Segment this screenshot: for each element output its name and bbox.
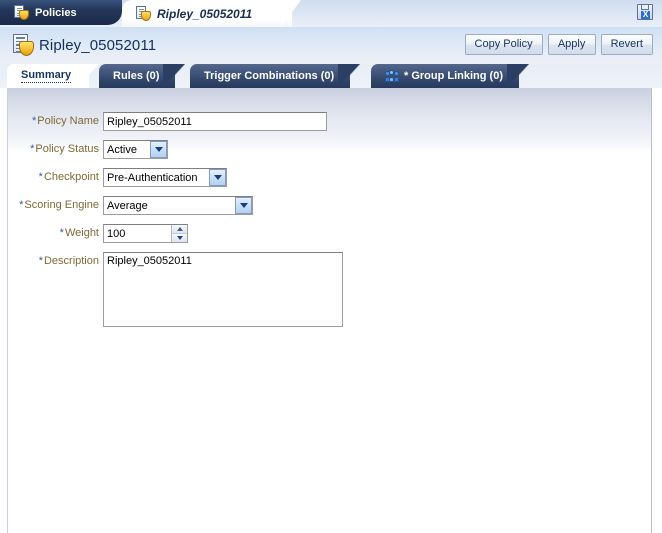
sub-tab-bar: Summary Rules (0) Trigger Combinations (… (0, 64, 662, 88)
field-row-checkpoint: *Checkpoint Pre-Authentication (8, 168, 651, 187)
revert-button[interactable]: Revert (600, 34, 653, 55)
window-tab-policies-label: Policies (35, 6, 77, 19)
policy-editor-window: Policies Ripley_05052011 X Ripley_050520… (0, 0, 662, 533)
apply-button[interactable]: Apply (547, 34, 596, 55)
checkpoint-value: Pre-Authentication (107, 171, 198, 184)
tab-trigger-combinations-label: Trigger Combinations (0) (204, 70, 335, 82)
checkpoint-label-text: Checkpoint (43, 171, 99, 183)
policy-name-input[interactable] (103, 112, 327, 131)
scoring-engine-label-text: Scoring Engine (24, 199, 99, 211)
weight-label: *Weight (8, 224, 103, 239)
weight-decrement-button[interactable] (172, 234, 187, 242)
window-tab-policies[interactable]: Policies (0, 0, 122, 25)
policy-name-label: *Policy Name (8, 112, 103, 127)
scoring-engine-value: Average (107, 199, 148, 212)
weight-spinner-buttons (171, 225, 187, 242)
tab-summary[interactable]: Summary (7, 64, 100, 88)
scoring-engine-control: Average (103, 196, 253, 215)
tab-group-linking[interactable]: * Group Linking (0) (371, 64, 529, 88)
content-panel: *Policy Name *Policy Status Active (0, 88, 662, 533)
weight-label-text: Weight (64, 227, 99, 239)
field-row-weight: *Weight (8, 224, 651, 243)
tab-rules-label: Rules (0) (113, 70, 160, 82)
checkpoint-label: *Checkpoint (8, 168, 103, 183)
group-people-icon (385, 70, 399, 82)
tab-trigger-combinations[interactable]: Trigger Combinations (0) (190, 64, 361, 88)
description-control: Ripley_05052011 (103, 252, 343, 327)
weight-stepper (103, 224, 188, 243)
description-label-text: Description (43, 255, 99, 267)
export-to-excel-icon[interactable]: X (637, 4, 653, 20)
scoring-engine-label: *Scoring Engine (8, 196, 103, 211)
document-shield-icon (14, 5, 29, 20)
page-header: Ripley_05052011 Copy Policy Apply Revert (0, 27, 662, 64)
field-row-policy-name: *Policy Name (8, 112, 651, 131)
description-textarea[interactable]: Ripley_05052011 (103, 252, 343, 327)
page-title-text: Ripley_05052011 (39, 36, 157, 54)
field-row-policy-status: *Policy Status Active (8, 140, 651, 159)
policy-shield-icon (12, 34, 34, 56)
field-row-description: *Description Ripley_05052011 (8, 252, 651, 327)
tab-group-linking-label: * Group Linking (0) (404, 70, 503, 82)
window-tab-strip: Policies Ripley_05052011 X (0, 0, 662, 27)
required-marker: * (38, 171, 43, 183)
policy-status-select[interactable]: Active (103, 140, 168, 159)
summary-panel: *Policy Name *Policy Status Active (7, 88, 652, 533)
scoring-engine-select[interactable]: Average (103, 196, 253, 215)
copy-policy-button[interactable]: Copy Policy (464, 34, 543, 55)
policy-name-label-text: Policy Name (37, 115, 99, 127)
policy-status-label-text: Policy Status (35, 143, 99, 155)
required-marker: * (30, 143, 35, 155)
chevron-down-icon[interactable] (235, 197, 252, 214)
required-marker: * (19, 199, 24, 211)
checkpoint-control: Pre-Authentication (103, 168, 227, 187)
tab-rules[interactable]: Rules (0) (99, 64, 187, 88)
policy-status-label: *Policy Status (8, 140, 103, 155)
weight-input[interactable] (104, 225, 171, 242)
tab-summary-label: Summary (21, 69, 72, 83)
policy-status-control: Active (103, 140, 168, 159)
required-marker: * (31, 115, 37, 127)
policy-summary-form: *Policy Name *Policy Status Active (8, 112, 651, 336)
weight-control (103, 224, 188, 243)
chevron-down-icon[interactable] (209, 169, 226, 186)
window-tab-ripley-label: Ripley_05052011 (157, 6, 253, 21)
header-button-group: Copy Policy Apply Revert (464, 34, 653, 55)
weight-increment-button[interactable] (172, 225, 187, 234)
policy-name-control (103, 112, 327, 131)
field-row-scoring-engine: *Scoring Engine Average (8, 196, 651, 215)
page-title: Ripley_05052011 (12, 34, 156, 56)
chevron-down-icon[interactable] (150, 141, 167, 158)
window-tab-ripley[interactable]: Ripley_05052011 (122, 0, 301, 27)
description-label: *Description (8, 252, 103, 267)
policy-status-value: Active (107, 143, 137, 156)
document-shield-icon (136, 6, 151, 21)
required-marker: * (59, 227, 64, 239)
required-marker: * (38, 255, 43, 267)
checkpoint-select[interactable]: Pre-Authentication (103, 168, 227, 187)
